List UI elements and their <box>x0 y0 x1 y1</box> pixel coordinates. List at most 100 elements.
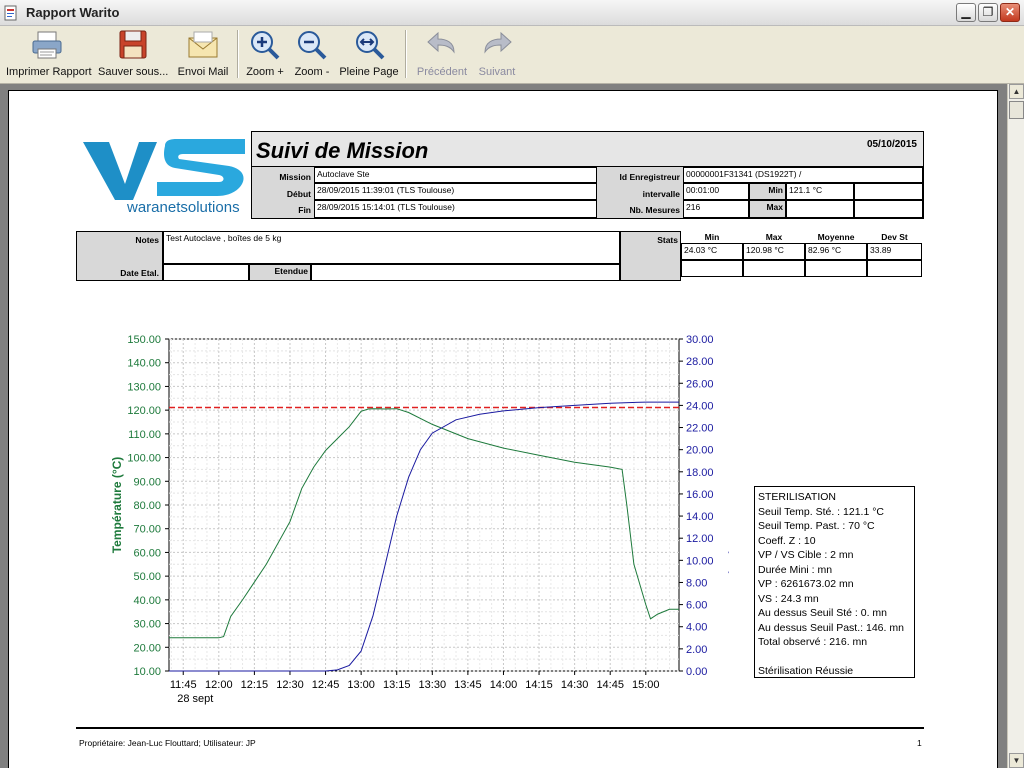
temperature-chart: 10.00 20.00 30.00 40.00 50.00 60.00 70.00 80.00… <box>110 334 729 705</box>
floppy-disk-icon <box>119 30 147 59</box>
toolbar: Imprimer Rapport Sauver sous... Envoi Ma… <box>0 26 1024 84</box>
x-tick-label: 12:15 <box>241 679 269 691</box>
scroll-down-arrow[interactable]: ▼ <box>1009 753 1024 768</box>
y-tick-label: 150.00 <box>127 334 161 346</box>
y2-tick-label: 30.00 <box>686 334 714 346</box>
app-icon <box>4 5 17 21</box>
report-viewport[interactable]: waranetsolutions Suivi de Mission 05/10/… <box>0 84 1024 768</box>
minimize-button[interactable]: ▁ <box>956 3 976 22</box>
max-value <box>786 200 854 218</box>
minimize-icon: ▁ <box>961 5 971 19</box>
zoom-out-button[interactable]: Zoom - <box>292 28 332 78</box>
y2-tick-label: 10.00 <box>686 555 714 567</box>
x-tick-label: 13:45 <box>454 679 482 691</box>
nb-mesures-value: 216 <box>683 200 749 218</box>
fin-label: Fin <box>298 205 311 215</box>
y-tick-label: 20.00 <box>133 642 161 654</box>
x-tick-label: 12:45 <box>312 679 340 691</box>
zoom-in-icon <box>251 31 280 60</box>
y2-tick-label: 6.00 <box>686 600 707 612</box>
debut-value: 28/09/2015 11:39:01 (TLS Toulouse) <box>314 183 597 200</box>
report-page: waranetsolutions Suivi de Mission 05/10/… <box>8 90 998 768</box>
notes-label: Notes <box>135 235 159 245</box>
zoom-in-label: Zoom + <box>246 66 284 78</box>
logo-text: waranetsolutions <box>126 199 240 216</box>
save-as-button[interactable]: Sauver sous... <box>98 28 168 78</box>
next-button[interactable]: Suivant <box>474 28 520 78</box>
id-value: 00000001F31341 (DS1922T) / <box>683 167 923 183</box>
toolbar-separator <box>405 30 407 78</box>
stats-label: Stats <box>657 235 678 245</box>
legend-line: Total observé : 216. mn <box>758 636 868 648</box>
print-report-button[interactable]: Imprimer Rapport <box>6 28 92 78</box>
stats-header: Max <box>765 232 783 242</box>
y2-tick-label: 8.00 <box>686 577 707 589</box>
y2-axis-title: Valeur Stérilisatrice (mn) <box>728 435 729 576</box>
legend-line: Au dessus Seuil Past.: 146. mn <box>758 621 904 634</box>
x-tick-label: 12:30 <box>276 679 304 691</box>
legend-line: Coeff. Z : 10 <box>758 534 816 547</box>
legend-line: VP / VS Cible : 2 mn <box>758 549 854 561</box>
x-tick-label: 13:00 <box>347 679 375 691</box>
min-label: Min <box>749 183 786 200</box>
x-tick-label: 13:30 <box>419 679 447 691</box>
x-tick-label: 15:00 <box>632 679 660 691</box>
y2-tick-label: 28.00 <box>686 356 714 368</box>
y-tick-label: 40.00 <box>133 595 161 607</box>
restore-icon: ❐ <box>982 5 994 19</box>
y-tick-label: 60.00 <box>133 547 161 559</box>
y-tick-label: 100.00 <box>127 453 161 465</box>
legend-line: Seuil Temp. Sté. : 121.1 °C <box>758 505 884 518</box>
previous-button[interactable]: Précédent <box>412 28 472 78</box>
full-page-button[interactable]: Pleine Page <box>338 28 400 78</box>
send-mail-button[interactable]: Envoi Mail <box>175 28 231 78</box>
legend-line: VP : 6261673.02 mn <box>758 578 854 590</box>
y-tick-label: 110.00 <box>128 429 161 441</box>
report-header: Suivi de Mission 05/10/2015 Mission Débu… <box>251 131 924 219</box>
stats-header: Dev St <box>881 232 908 242</box>
vertical-scrollbar[interactable]: ▲ ▼ <box>1007 84 1024 768</box>
notes-value: Test Autoclave , boîtes de 5 kg <box>163 231 620 264</box>
y-tick-label: 50.00 <box>133 571 161 583</box>
stats-value: 120.98 °C <box>743 243 805 260</box>
y2-tick-label: 22.00 <box>686 423 714 435</box>
fin-value: 28/09/2015 15:14:01 (TLS Toulouse) <box>314 200 597 218</box>
mission-label: Mission <box>279 172 311 182</box>
nb-mesures-label: Nb. Mesures <box>629 205 680 215</box>
zoom-in-button[interactable]: Zoom + <box>244 28 286 78</box>
legend-line: Stérilisation Réussie <box>758 665 854 677</box>
print-report-label: Imprimer Rapport <box>6 66 92 78</box>
close-icon: ✕ <box>1004 5 1016 19</box>
min-extra-cell <box>854 183 923 200</box>
close-button[interactable]: ✕ <box>1000 3 1020 22</box>
y-tick-label: 140.00 <box>127 358 161 370</box>
debut-label: Début <box>286 189 311 199</box>
x-date-label: 28 sept <box>177 693 213 705</box>
x-tick-label: 13:15 <box>383 679 411 691</box>
id-label: Id Enregistreur <box>619 172 680 182</box>
report-date: 05/10/2015 <box>866 139 917 150</box>
y2-tick-label: 0.00 <box>686 666 707 678</box>
x-tick-label: 11:45 <box>170 679 197 691</box>
y2-tick-label: 12.00 <box>686 533 714 545</box>
etendue-value <box>311 264 620 281</box>
notes-block: Notes Date Etal. Test Autoclave , boîtes… <box>76 231 924 281</box>
scroll-up-arrow[interactable]: ▲ <box>1009 84 1024 99</box>
stats-empty-cell <box>867 260 922 277</box>
scroll-thumb[interactable] <box>1009 101 1024 119</box>
max-extra-cell <box>854 200 923 218</box>
previous-label: Précédent <box>416 66 468 78</box>
x-tick-label: 14:15 <box>525 679 553 691</box>
date-etal-value <box>163 264 249 281</box>
report-title: Suivi de Mission <box>256 138 429 163</box>
restore-button[interactable]: ❐ <box>978 3 998 22</box>
y2-tick-label: 14.00 <box>686 511 714 523</box>
toolbar-separator <box>237 30 239 78</box>
y-tick-label: 80.00 <box>133 500 161 512</box>
x-tick-label: 14:00 <box>490 679 518 691</box>
y2-tick-label: 20.00 <box>686 445 714 457</box>
stats-empty-cell <box>681 260 743 277</box>
legend-line: VS : 24.3 mn <box>758 592 819 605</box>
zoom-fit-icon <box>356 31 385 60</box>
save-as-label: Sauver sous... <box>98 66 169 78</box>
